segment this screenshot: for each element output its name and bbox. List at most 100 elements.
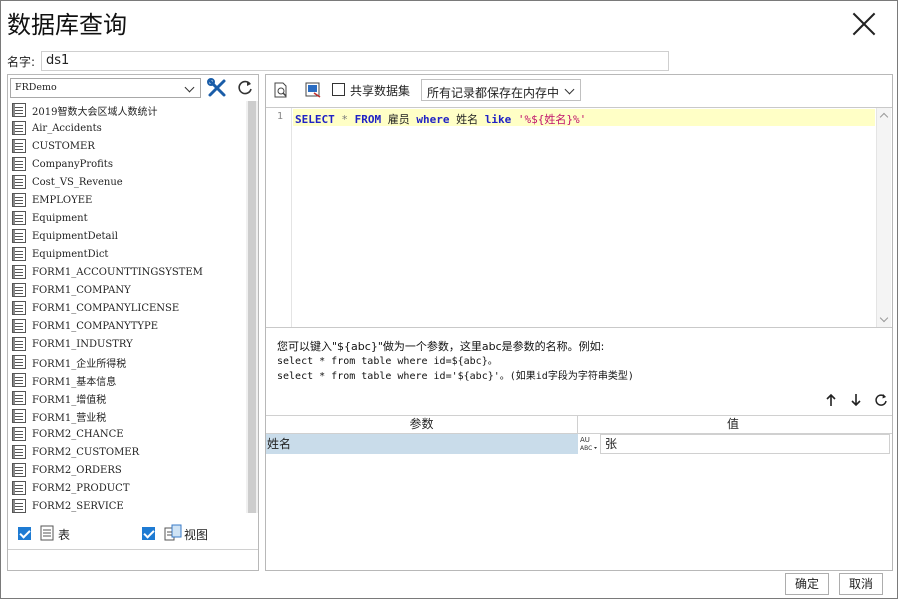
query-panel: 共享数据集 所有记录都保存在内存中 1 SELECT * FROM 雇员 whe… (265, 74, 893, 571)
table-icon (12, 355, 26, 369)
sql-keyword: like (484, 113, 512, 126)
line-gutter: 1 (266, 108, 292, 327)
chevron-down-icon[interactable] (182, 80, 198, 96)
table-browser-panel: FRDemo 2019智数大会区域人数统计 Air_Accidents CUSTOM… (7, 74, 259, 571)
table-icon (12, 301, 26, 315)
hint-example: select * from table where id=${abc}。 (277, 356, 498, 367)
table-name: 2019智数大会区域人数统计 (32, 106, 158, 118)
table-icon (12, 247, 26, 261)
hint-example: select * from table where id='${abc}'。(如… (277, 371, 634, 382)
list-item[interactable]: FORM2_CUSTOMER (10, 443, 256, 461)
preview-icon[interactable] (272, 81, 290, 99)
table-checkbox-label: 表 (58, 528, 71, 542)
list-item[interactable]: CUSTOMER (10, 137, 256, 155)
list-item[interactable]: Air_Accidents (10, 119, 256, 137)
table-icon (12, 481, 26, 495)
arrow-down-icon[interactable] (849, 393, 863, 407)
memory-mode-select[interactable]: 所有记录都保存在内存中 (421, 79, 581, 101)
table-list-scrollbar[interactable] (246, 101, 258, 513)
cancel-button[interactable]: 取消 (839, 573, 883, 595)
list-item[interactable]: FORM2_CHANCE (10, 425, 256, 443)
table-name: FORM2_ORDERS (32, 464, 122, 476)
parameter-hint: 您可以键入"${abc}"做为一个参数，这里abc是参数的名称。例如: sele… (277, 339, 634, 384)
list-item[interactable]: FORM2_SERVICE (10, 497, 256, 513)
table-icon (12, 283, 26, 297)
list-item[interactable]: FORM1_COMPANYTYPE (10, 317, 256, 335)
list-item[interactable]: EquipmentDetail (10, 227, 256, 245)
arrow-up-icon[interactable] (824, 393, 838, 407)
chevron-down-icon[interactable] (562, 82, 578, 98)
memory-mode-value: 所有记录都保存在内存中 (427, 86, 560, 100)
column-header-param: 参数 (266, 416, 578, 433)
string-type-icon[interactable]: AU ABC (579, 435, 599, 453)
list-item[interactable]: FORM1_营业税 (10, 407, 256, 425)
view-checkbox-label: 视图 (184, 528, 209, 542)
table-checkbox[interactable] (18, 527, 31, 540)
refresh-icon[interactable] (874, 393, 888, 407)
table-name: FORM2_SERVICE (32, 500, 124, 512)
table-icon (12, 211, 26, 225)
query-toolbar: 共享数据集 所有记录都保存在内存中 (266, 75, 892, 105)
ok-button[interactable]: 确定 (785, 573, 829, 595)
list-item[interactable]: FORM2_ORDERS (10, 461, 256, 479)
datasource-select[interactable]: FRDemo (10, 78, 201, 98)
list-item[interactable]: CompanyProfits (10, 155, 256, 173)
table-search-box[interactable] (8, 549, 258, 571)
name-input[interactable]: ds1 (41, 51, 669, 71)
table-name: FORM1_增值税 (32, 394, 107, 406)
view-checkbox[interactable] (142, 527, 155, 540)
table-icon (12, 265, 26, 279)
svg-text:ABC: ABC (580, 445, 592, 452)
table-icon (12, 103, 26, 117)
list-item[interactable]: EMPLOYEE (10, 191, 256, 209)
table-filter-bar: 表 视图 (8, 521, 258, 545)
table-name: FORM1_COMPANYLICENSE (32, 302, 180, 314)
list-item[interactable]: FORM1_COMPANY (10, 281, 256, 299)
sql-editor[interactable]: 1 SELECT * FROM 雇员 where 姓名 like '%${姓名}… (266, 107, 892, 328)
list-item[interactable]: EquipmentDict (10, 245, 256, 263)
table-name: FORM1_INDUSTRY (32, 338, 133, 350)
table-name: Equipment (32, 212, 88, 224)
sql-table-name: 雇员 (387, 113, 410, 126)
table-icon (12, 463, 26, 477)
table-name: FORM1_基本信息 (32, 376, 117, 388)
table-icon (12, 175, 26, 189)
column-header-value: 值 (726, 417, 739, 431)
table-name: FORM2_CUSTOMER (32, 446, 140, 458)
close-icon[interactable] (847, 7, 881, 41)
table-icon (12, 337, 26, 351)
param-name-cell[interactable]: 姓名 (266, 434, 578, 454)
share-dataset-checkbox[interactable] (332, 83, 345, 96)
sql-keyword: where (416, 113, 450, 126)
param-value-input[interactable]: 张 (600, 434, 890, 454)
table-name: FORM1_企业所得税 (32, 358, 127, 370)
table-name: EMPLOYEE (32, 194, 93, 206)
editor-scrollbar[interactable] (876, 108, 891, 327)
list-item[interactable]: FORM1_增值税 (10, 389, 256, 407)
view-type-icon (164, 524, 182, 545)
sql-code[interactable]: SELECT * FROM 雇员 where 姓名 like '%${姓名}%' (295, 111, 586, 127)
list-item[interactable]: FORM1_INDUSTRY (10, 335, 256, 353)
list-item[interactable]: FORM2_PRODUCT (10, 479, 256, 497)
table-name: Air_Accidents (32, 122, 102, 134)
list-item[interactable]: 2019智数大会区域人数统计 (10, 101, 256, 119)
list-item[interactable]: FORM1_COMPANYLICENSE (10, 299, 256, 317)
parameter-table-header: 参数 值 (266, 415, 892, 434)
list-item[interactable]: FORM1_基本信息 (10, 371, 256, 389)
table-row[interactable]: 姓名 AU ABC 张 (266, 434, 892, 455)
list-item[interactable]: Cost_VS_Revenue (10, 173, 256, 191)
list-item[interactable]: FORM1_ACCOUNTTINGSYSTEM (10, 263, 256, 281)
tools-icon[interactable] (206, 77, 228, 99)
table-name: FORM2_CHANCE (32, 428, 124, 440)
table-list[interactable]: 2019智数大会区域人数统计 Air_Accidents CUSTOMER Compa… (10, 101, 256, 513)
table-name: CUSTOMER (32, 140, 95, 152)
sql-edit-icon[interactable] (304, 81, 322, 99)
refresh-icon[interactable] (234, 77, 256, 99)
sql-string: '%${姓名}%' (517, 113, 587, 126)
list-item[interactable]: Equipment (10, 209, 256, 227)
parameter-table: 参数 值 姓名 AU ABC 张 (266, 415, 892, 455)
list-item[interactable]: FORM1_企业所得税 (10, 353, 256, 371)
table-name: FORM1_COMPANYTYPE (32, 320, 159, 332)
name-label: 名字: (7, 55, 36, 69)
dialog-title: 数据库查询 (7, 11, 127, 39)
